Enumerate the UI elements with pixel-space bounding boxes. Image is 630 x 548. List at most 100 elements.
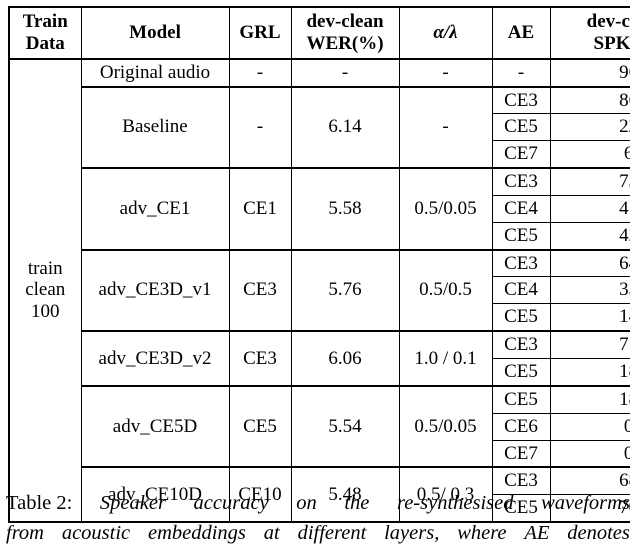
cell-spk-acc: 71.1 bbox=[550, 331, 630, 358]
cell-grl: - bbox=[229, 59, 291, 87]
cell-alpha-lambda: - bbox=[399, 87, 492, 169]
cell-model: Original audio bbox=[81, 59, 229, 87]
cell-ae: CE3 bbox=[492, 331, 550, 358]
cell-spk-acc: 6.4 bbox=[550, 141, 630, 168]
cell-wer: - bbox=[291, 59, 399, 87]
cell-ae: CE3 bbox=[492, 168, 550, 195]
results-table: Train Data Model GRL dev-clean WER(%) α/ bbox=[8, 6, 630, 523]
column-header-spk-acc-line2: SPK-ACC bbox=[554, 33, 630, 55]
cell-spk-acc: 18.0 bbox=[550, 358, 630, 385]
caption-word: at bbox=[264, 519, 280, 548]
cell-wer: 5.76 bbox=[291, 250, 399, 332]
caption-word: different bbox=[298, 519, 367, 548]
table-body: trainclean100Original audio----96.9Basel… bbox=[9, 59, 630, 522]
cell-spk-acc: 42.9 bbox=[550, 222, 630, 249]
cell-model: adv_CE3D_v2 bbox=[81, 331, 229, 386]
cell-ae: CE3 bbox=[492, 250, 550, 277]
cell-alpha-lambda: 0.5/0.5 bbox=[399, 250, 492, 332]
column-header-train-data-line2: Data bbox=[13, 33, 78, 55]
cell-spk-acc: 0.4 bbox=[550, 440, 630, 467]
cell-model: Baseline bbox=[81, 87, 229, 169]
cell-wer: 6.14 bbox=[291, 87, 399, 169]
train-data-line-2: clean bbox=[13, 279, 78, 301]
cell-ae: CE4 bbox=[492, 195, 550, 222]
cell-ae: CE5 bbox=[492, 114, 550, 141]
table-row: adv_CE5DCE55.540.5/0.05CE518.2 bbox=[9, 386, 630, 413]
caption-word: the bbox=[344, 489, 369, 519]
train-data-line-1: train bbox=[13, 258, 78, 280]
column-header-grl-line1: GRL bbox=[233, 22, 288, 44]
caption-word: AE bbox=[524, 519, 549, 548]
caption-word: acoustic bbox=[62, 519, 130, 548]
cell-spk-acc: 96.9 bbox=[550, 59, 630, 87]
cell-train-data: trainclean100 bbox=[9, 59, 81, 522]
cell-ae: CE7 bbox=[492, 141, 550, 168]
column-header-wer: dev-clean WER(%) bbox=[291, 7, 399, 59]
cell-spk-acc: 41.7 bbox=[550, 195, 630, 222]
cell-alpha-lambda: 0.5/0.05 bbox=[399, 168, 492, 250]
table-row: adv_CE3D_v2CE36.061.0 / 0.1CE371.1 bbox=[9, 331, 630, 358]
column-header-ae-line1: AE bbox=[496, 22, 547, 44]
table-row: trainclean100Original audio----96.9 bbox=[9, 59, 630, 87]
column-header-train-data: Train Data bbox=[9, 7, 81, 59]
caption-word: from bbox=[6, 519, 44, 548]
cell-model: adv_CE3D_v1 bbox=[81, 250, 229, 332]
caption-word: Speaker bbox=[100, 489, 166, 519]
column-header-ae: AE bbox=[492, 7, 550, 59]
cell-grl: - bbox=[229, 87, 291, 169]
column-header-wer-line1: dev-clean bbox=[295, 11, 396, 33]
caption-line-1: Table 2:Speakeraccuracyonthere-synthesis… bbox=[6, 489, 630, 519]
cell-ae: CE7 bbox=[492, 440, 550, 467]
cell-model: adv_CE1 bbox=[81, 168, 229, 250]
results-table-container: Train Data Model GRL dev-clean WER(%) α/ bbox=[8, 6, 621, 523]
caption-word: on bbox=[296, 489, 317, 519]
cell-wer: 5.54 bbox=[291, 386, 399, 468]
column-header-model: Model bbox=[81, 7, 229, 59]
cell-ae: CE6 bbox=[492, 413, 550, 440]
cell-grl: CE5 bbox=[229, 386, 291, 468]
column-header-alpha-lambda: α/λ bbox=[399, 7, 492, 59]
caption-word: re-synthesised bbox=[397, 489, 514, 519]
cell-spk-acc: 18.2 bbox=[550, 386, 630, 413]
cell-ae: CE5 bbox=[492, 386, 550, 413]
cell-wer: 5.58 bbox=[291, 168, 399, 250]
column-header-alpha-lambda-line1: α/λ bbox=[403, 22, 489, 44]
cell-spk-acc: 0.8 bbox=[550, 413, 630, 440]
cell-ae: CE5 bbox=[492, 358, 550, 385]
column-header-wer-line2: WER(%) bbox=[295, 33, 396, 55]
cell-wer: 6.06 bbox=[291, 331, 399, 386]
cell-alpha-lambda: - bbox=[399, 59, 492, 87]
column-header-grl: GRL bbox=[229, 7, 291, 59]
cell-ae: CE4 bbox=[492, 277, 550, 304]
cell-spk-acc: 14.8 bbox=[550, 304, 630, 331]
column-header-train-data-line1: Train bbox=[13, 11, 78, 33]
caption-word: where bbox=[457, 519, 506, 548]
train-data-line-3: 100 bbox=[13, 301, 78, 323]
caption-word: embeddings bbox=[148, 519, 246, 548]
cell-grl: CE3 bbox=[229, 250, 291, 332]
cell-alpha-lambda: 1.0 / 0.1 bbox=[399, 331, 492, 386]
cell-ae: - bbox=[492, 59, 550, 87]
figure-caption: Table 2:Speakeraccuracyonthere-synthesis… bbox=[6, 489, 630, 548]
caption-label: Table 2: bbox=[6, 489, 72, 519]
cell-grl: CE1 bbox=[229, 168, 291, 250]
cell-spk-acc: 22.1 bbox=[550, 114, 630, 141]
cell-ae: CE5 bbox=[492, 222, 550, 249]
cell-ae: CE3 bbox=[492, 87, 550, 114]
table-figure-page: Train Data Model GRL dev-clean WER(%) α/ bbox=[0, 0, 630, 530]
table-header: Train Data Model GRL dev-clean WER(%) α/ bbox=[9, 7, 630, 59]
table-header-row: Train Data Model GRL dev-clean WER(%) α/ bbox=[9, 7, 630, 59]
cell-alpha-lambda: 0.5/0.05 bbox=[399, 386, 492, 468]
cell-model: adv_CE5D bbox=[81, 386, 229, 468]
column-header-model-line1: Model bbox=[85, 22, 226, 44]
table-row: adv_CE1CE15.580.5/0.05CE373.9 bbox=[9, 168, 630, 195]
cell-spk-acc: 73.9 bbox=[550, 168, 630, 195]
column-header-spk-acc: dev-clean-te SPK-ACC bbox=[550, 7, 630, 59]
cell-grl: CE3 bbox=[229, 331, 291, 386]
cell-spk-acc: 33.8 bbox=[550, 277, 630, 304]
table-row: adv_CE3D_v1CE35.760.5/0.5CE364.6 bbox=[9, 250, 630, 277]
caption-line-2: from acoustic embeddings at different layers,… bbox=[6, 519, 630, 548]
caption-word: waveforms bbox=[541, 489, 630, 519]
column-header-spk-acc-line1: dev-clean-te bbox=[554, 11, 630, 33]
caption-word: layers, bbox=[384, 519, 439, 548]
